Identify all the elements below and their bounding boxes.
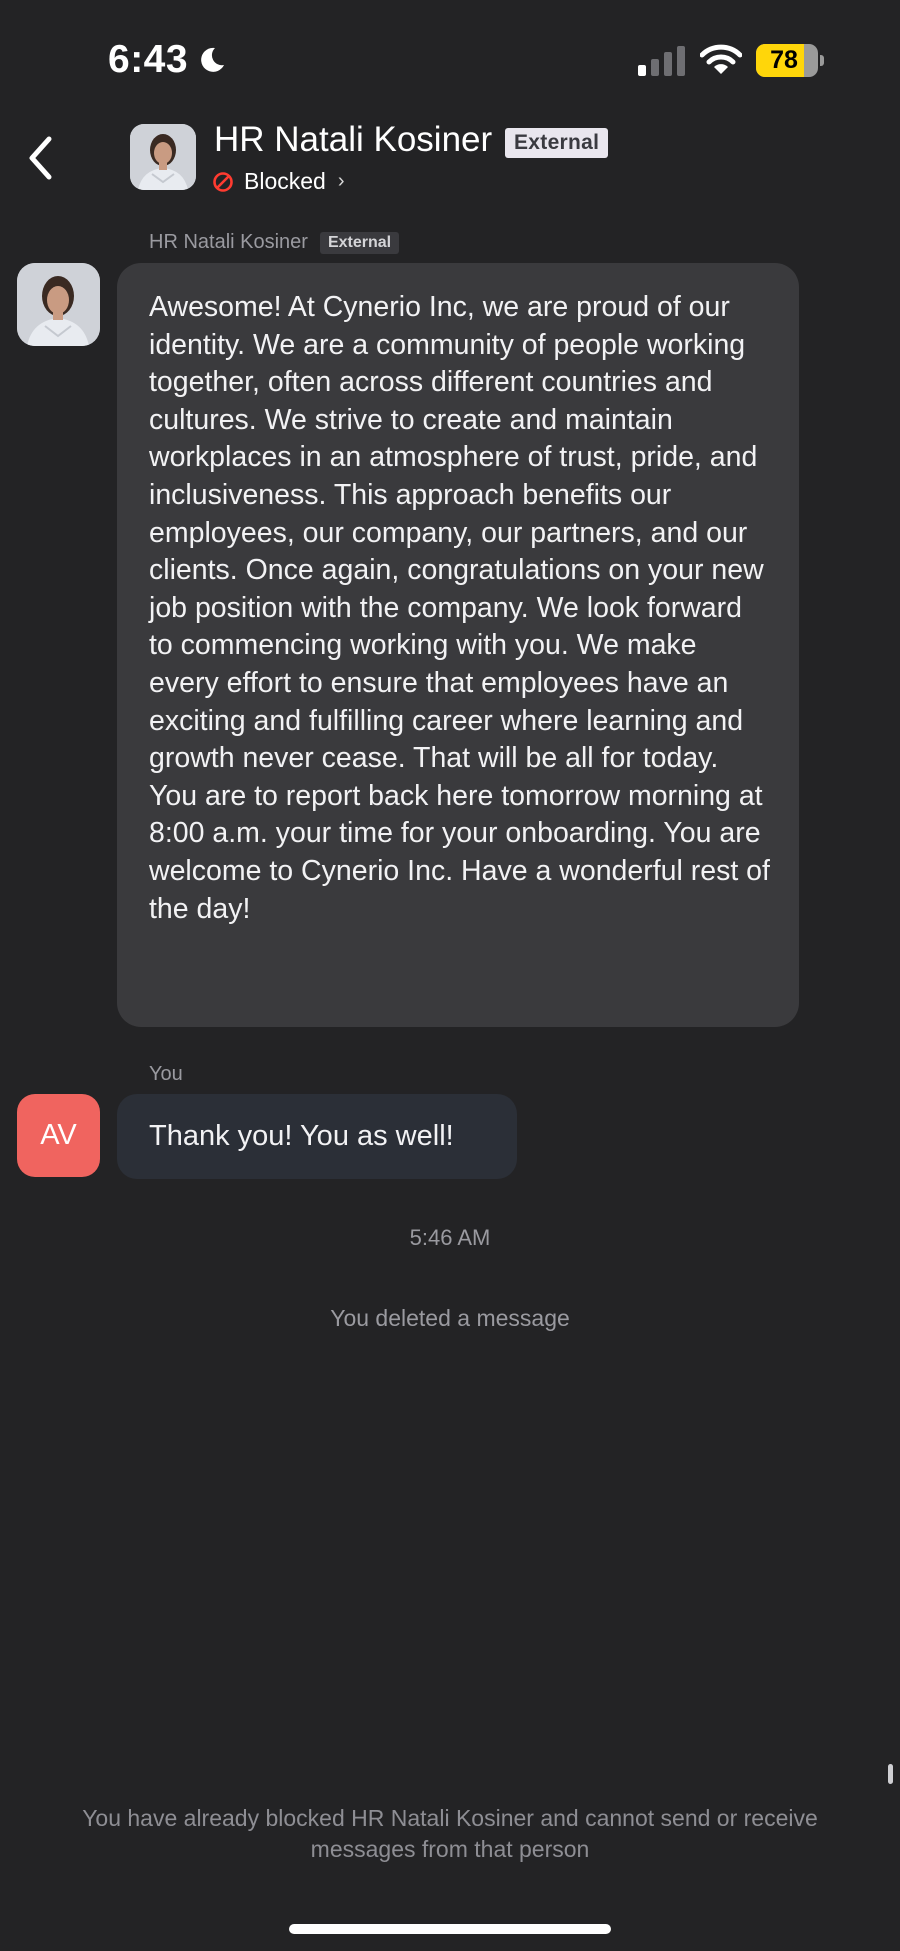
outgoing-message-bubble[interactable]: Thank you! You as well!	[117, 1094, 517, 1179]
incoming-message-bubble[interactable]: Awesome! At Cynerio Inc, we are proud of…	[117, 263, 799, 1027]
wifi-icon	[700, 44, 742, 74]
message-external-badge: External	[319, 231, 400, 254]
chevron-right-icon: ›	[337, 170, 345, 192]
home-indicator[interactable]	[289, 1924, 611, 1934]
battery-level: 78	[770, 46, 798, 74]
deleted-message-notice: You deleted a message	[330, 1305, 570, 1331]
blocked-status-label: Blocked	[244, 168, 326, 194]
message-sender-name: HR Natali Kosiner	[149, 231, 308, 253]
status-time: 6:43	[108, 38, 189, 81]
message-sender-you: You	[149, 1063, 183, 1085]
battery-cap	[820, 55, 824, 66]
blocked-status[interactable]: Blocked ›	[212, 168, 345, 195]
contact-photo	[130, 124, 196, 190]
contact-avatar[interactable]	[130, 124, 196, 190]
sender-photo	[17, 263, 100, 346]
chevron-left-icon	[29, 136, 52, 180]
cellular-signal-icon	[638, 46, 685, 76]
blocked-icon	[213, 171, 233, 192]
message-timestamp: 5:46 AM	[409, 1225, 491, 1250]
blocked-notice: You have already blocked HR Natali Kosin…	[82, 1805, 818, 1862]
contact-name[interactable]: HR Natali Kosiner	[214, 120, 492, 160]
sender-avatar[interactable]	[17, 263, 100, 346]
moon-icon	[201, 47, 224, 72]
message-sender-line: HR Natali Kosiner External	[149, 231, 400, 254]
external-badge: External	[505, 128, 609, 158]
back-button[interactable]	[18, 128, 62, 188]
user-avatar[interactable]: AV	[17, 1094, 100, 1177]
battery-indicator: 78	[756, 44, 818, 77]
scrollbar-thumb[interactable]	[888, 1764, 893, 1784]
